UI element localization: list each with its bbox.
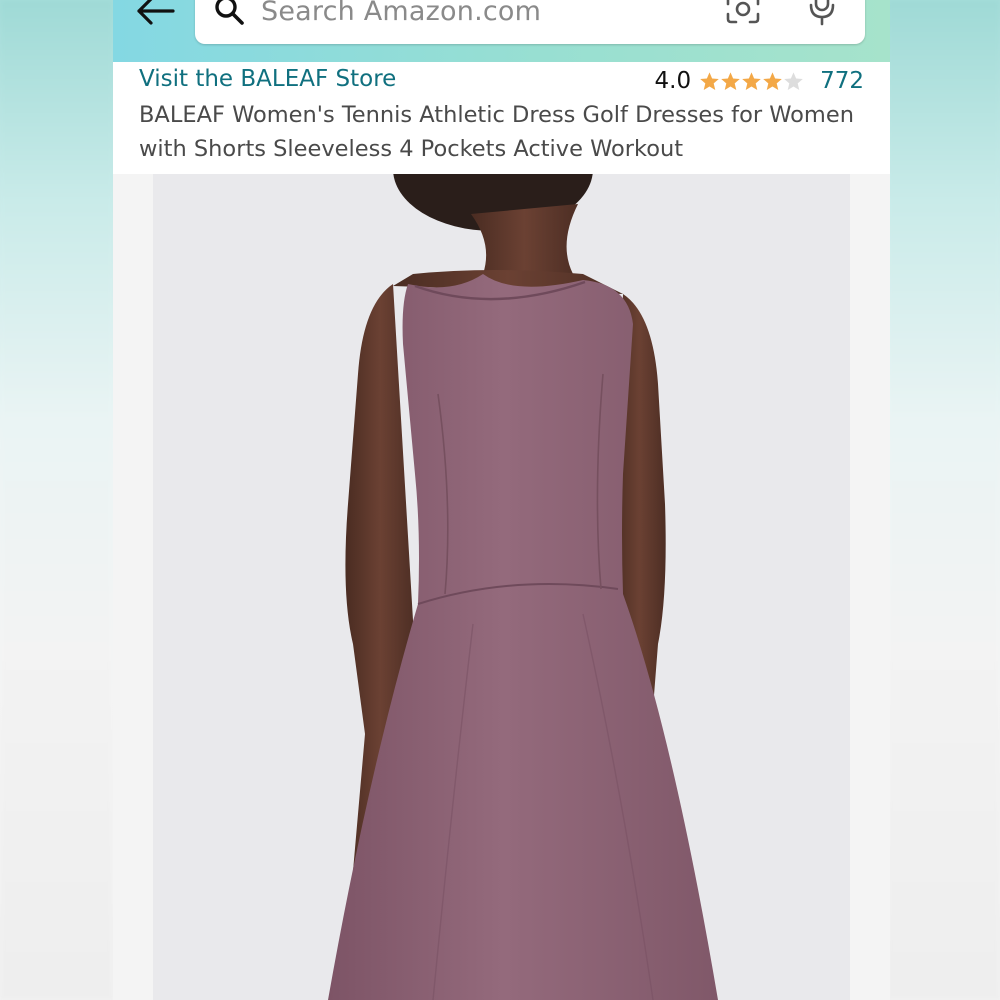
product-image-gallery[interactable] [113, 174, 890, 1000]
product-title: BALEAF Women's Tennis Athletic Dress Gol… [139, 102, 854, 162]
search-header: Search Amazon.com [113, 0, 890, 62]
search-icon [215, 0, 244, 25]
rating-summary[interactable]: 4.0 772 [655, 66, 864, 96]
star-full-icon [700, 71, 719, 90]
search-input[interactable]: Search Amazon.com [195, 0, 865, 44]
microphone-icon[interactable] [807, 0, 837, 26]
star-full-icon [721, 71, 740, 90]
rating-value: 4.0 [654, 68, 692, 94]
background-blur-right [887, 0, 1000, 1000]
dress-model-illustration [328, 174, 718, 1000]
star-rating [699, 71, 804, 92]
star-empty-icon [784, 71, 803, 90]
app-screen: Search Amazon.com Visit the BALEAF Store… [113, 0, 890, 1000]
product-info: Visit the BALEAF Store 4.0 772 BALEAF Wo… [113, 62, 890, 174]
background-blur-left [0, 0, 113, 1000]
back-arrow-icon[interactable] [133, 0, 177, 28]
rating-count-link[interactable]: 772 [820, 68, 864, 94]
product-photo[interactable] [153, 174, 850, 1000]
camera-scan-icon[interactable] [725, 0, 761, 24]
search-placeholder: Search Amazon.com [261, 0, 542, 27]
star-full-icon [763, 71, 782, 90]
store-link[interactable]: Visit the BALEAF Store [139, 66, 396, 92]
star-full-icon [742, 71, 761, 90]
